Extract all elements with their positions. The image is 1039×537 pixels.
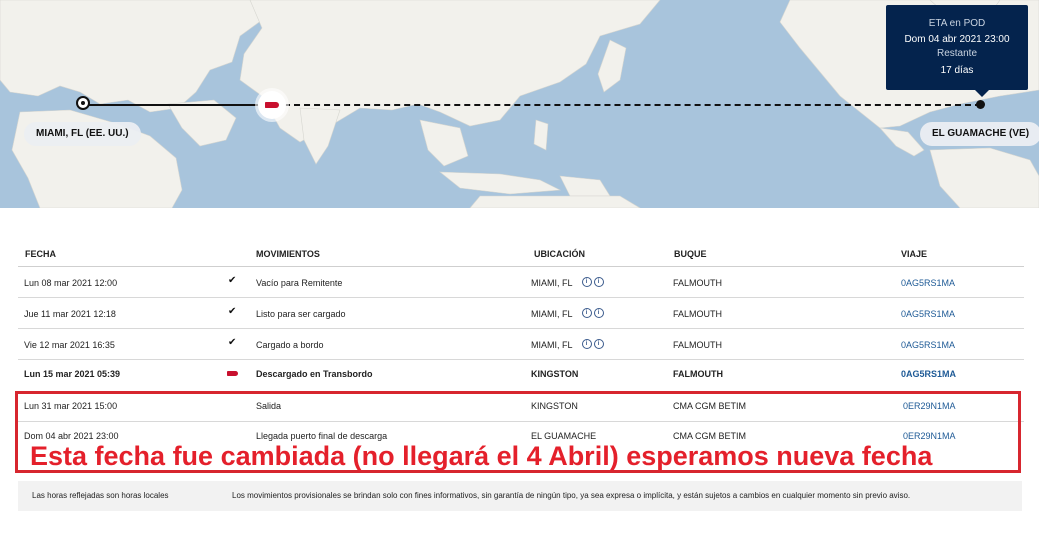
eta-remaining-days: 17 días bbox=[940, 65, 974, 76]
destination-marker-icon[interactable] bbox=[976, 100, 985, 109]
row-vessel: FALMOUTH bbox=[673, 278, 723, 288]
row-movement: Cargado a bordo bbox=[256, 340, 324, 350]
row-movement: Vacío para Remitente bbox=[256, 278, 343, 288]
column-header-voyage: VIAJE bbox=[901, 249, 928, 259]
row-voyage-link[interactable]: 0AG5RS1MA bbox=[901, 339, 955, 351]
info-icon[interactable]: ii bbox=[582, 337, 606, 349]
column-header-date: FECHA bbox=[25, 249, 56, 259]
row-date: Lun 08 mar 2021 12:00 bbox=[24, 278, 118, 288]
check-icon: ✔ bbox=[228, 306, 237, 317]
row-location: KINGSTON bbox=[531, 369, 579, 379]
ship-icon bbox=[227, 371, 238, 376]
table-row-current: Lun 15 mar 2021 05:39 Descargado en Tran… bbox=[18, 360, 1024, 389]
eta-tooltip: ETA en POD Dom 04 abr 2021 23:00 Restant… bbox=[886, 5, 1028, 97]
row-movement: Listo para ser cargado bbox=[256, 309, 346, 319]
column-header-vessel: BUQUE bbox=[674, 249, 707, 259]
row-date: Lun 15 mar 2021 05:39 bbox=[24, 369, 121, 379]
disclaimer-text: Los movimientos provisionales se brindan… bbox=[232, 491, 911, 500]
local-time-note: Las horas reflejadas son horas locales bbox=[32, 491, 169, 500]
row-vessel: FALMOUTH bbox=[673, 309, 723, 319]
destination-label: EL GUAMACHE (VE) bbox=[920, 122, 1039, 146]
route-completed-line bbox=[85, 104, 272, 106]
disclaimer-bar: Las horas reflejadas son horas locales L… bbox=[18, 481, 1022, 511]
row-voyage-link[interactable]: 0AG5RS1MA bbox=[901, 368, 956, 380]
check-icon: ✔ bbox=[228, 275, 237, 286]
row-date: Vie 12 mar 2021 16:35 bbox=[24, 340, 115, 350]
table-row: Jue 11 mar 2021 12:18 ✔ Listo para ser c… bbox=[18, 298, 1024, 329]
origin-label: MIAMI, FL (EE. UU.) bbox=[24, 122, 141, 146]
row-location: MIAMI, FL bbox=[531, 278, 573, 288]
eta-remaining-label: Restante bbox=[936, 48, 978, 59]
ship-icon[interactable] bbox=[258, 91, 286, 119]
row-date: Jue 11 mar 2021 12:18 bbox=[24, 309, 116, 319]
annotation-text: Esta fecha fue cambiada (no llegará el 4… bbox=[30, 441, 933, 471]
eta-date: Dom 04 abr 2021 23:00 bbox=[904, 34, 1010, 45]
row-voyage-link[interactable]: 0AG5RS1MA bbox=[901, 277, 955, 289]
table-row: Vie 12 mar 2021 16:35 ✔ Cargado a bordo … bbox=[18, 329, 1024, 360]
column-header-movement: MOVIMIENTOS bbox=[256, 249, 320, 259]
row-vessel: FALMOUTH bbox=[673, 369, 723, 379]
origin-marker-icon[interactable] bbox=[76, 96, 90, 110]
info-icon[interactable]: ii bbox=[582, 275, 606, 287]
eta-title: ETA en POD bbox=[928, 18, 986, 29]
row-location: MIAMI, FL bbox=[531, 340, 573, 350]
route-remaining-line bbox=[284, 104, 981, 106]
row-movement: Descargado en Transbordo bbox=[256, 369, 373, 379]
route-map[interactable]: MIAMI, FL (EE. UU.) EL GUAMACHE (VE) ETA… bbox=[0, 0, 1039, 208]
row-location: MIAMI, FL bbox=[531, 309, 573, 319]
row-vessel: FALMOUTH bbox=[673, 340, 723, 350]
table-row: Lun 08 mar 2021 12:00 ✔ Vacío para Remit… bbox=[18, 267, 1024, 298]
info-icon[interactable]: ii bbox=[582, 306, 606, 318]
row-voyage-link[interactable]: 0AG5RS1MA bbox=[901, 308, 955, 320]
column-header-location: UBICACIÓN bbox=[534, 249, 585, 259]
check-icon: ✔ bbox=[228, 337, 237, 348]
